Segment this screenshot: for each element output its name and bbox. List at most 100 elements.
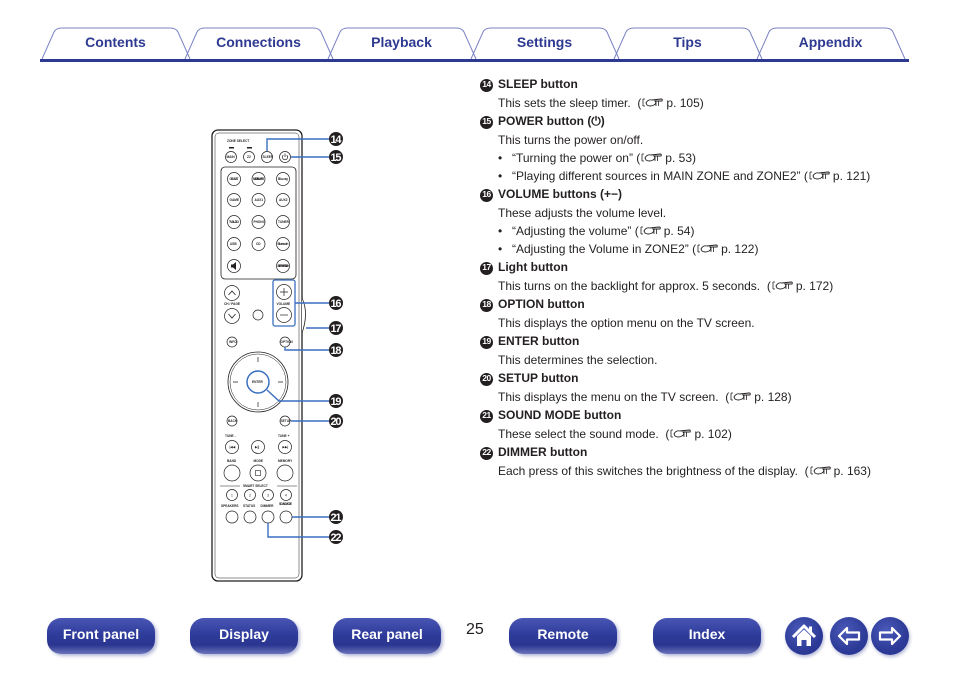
rear-panel-button[interactable]: Rear panel [333,618,441,654]
option-label: OPTION [281,340,294,344]
item-description: Each press of this switches the brightne… [498,464,871,478]
index-button[interactable]: Index [653,618,761,654]
tab-tips[interactable]: Tips [627,32,748,54]
arrow-left-icon [837,626,861,646]
next-icon: ▶▶| [282,445,289,449]
item-title: Light button [498,260,568,275]
item-heading: 15 POWER button (⏻) [480,113,910,131]
ch-page-label: CH / PAGE [224,302,240,306]
page-reference-link[interactable]: p. 53 [665,151,692,165]
callout-15: 15 [331,152,342,164]
status-button [243,510,257,524]
tab-appendix[interactable]: Appendix [770,32,891,54]
item-title: SETUP button [498,371,579,386]
cd-label: CD [256,242,261,246]
item-heading: 19 ENTER button [480,333,910,351]
home-button[interactable] [785,617,823,655]
page-reference-link[interactable]: p. 102 [694,427,727,441]
band-label: BAND [227,459,237,463]
callout-17: 17 [331,323,342,335]
remote-button[interactable]: Remote [509,618,617,654]
aux2-label: AUX2 [279,198,288,202]
item-heading: 20 SETUP button [480,370,910,388]
zone-select-label: ZONE SELECT [227,139,249,143]
tab-playback[interactable]: Playback [341,32,462,54]
status-label: STATUS [243,504,255,508]
smart-4-label: 4 [285,494,287,498]
memory-button [276,464,294,482]
speakers-button [225,510,239,524]
sound-mode-label: SOUND MODE [279,502,292,506]
mute-button [252,309,264,321]
volume-label: VOLUME [277,302,291,306]
display-button[interactable]: Display [190,618,298,654]
page-reference-link[interactable]: p. 163 [834,464,867,478]
item-bullet: “Adjusting the volume” (p. 54) [480,222,910,240]
item-number-badge: 21 [480,409,493,423]
item-title: SOUND MODE button [498,408,622,423]
item-description: These adjusts the volume level. [480,204,910,222]
item-number-badge: 20 [480,372,493,386]
smart-2-label: 2 [249,494,251,498]
bluray-label: Blu-ray [278,177,288,181]
item-number-badge: 17 [480,261,493,275]
item-number-badge: 19 [480,335,493,349]
page-ref-icon [643,98,664,107]
item-description: These select the sound mode. (p. 102) [498,427,732,441]
item-heading: 14 SLEEP button [480,76,910,94]
item-text: This sets the sleep timer. [498,96,631,110]
callout-markers [329,132,343,544]
setup-label: SETUP [281,419,293,423]
tab-contents[interactable]: Contents [55,32,176,54]
item-bullet: “Adjusting the Volume in ZONE2” (p. 122) [480,240,910,258]
item-description: This sets the sleep timer. (p. 105) [498,96,704,110]
sound-mode-button [279,510,293,524]
media-player-label: MEDIA PLAYER [253,177,265,181]
page-ref-icon [772,281,793,290]
page-reference-link[interactable]: p. 128 [754,390,787,404]
page-reference-link[interactable]: p. 54 [664,224,691,238]
callout-18: 18 [331,345,342,357]
play-pause-icon: ▶|| [254,445,259,449]
enter-label: ENTER [252,380,264,384]
item-heading: 18 OPTION button [480,296,910,314]
page-reference-link[interactable]: p. 105 [666,96,699,110]
tab-connections[interactable]: Connections [198,32,319,54]
speakers-label: SPEAKERS [221,504,239,508]
item-text: These adjusts the volume level. [498,206,667,220]
back-button[interactable] [830,617,868,655]
remote-svg: ZONE SELECT MAIN Z2 SLEEP CBL/SAT MEDIA … [211,129,343,582]
item-number-badge: 14 [480,78,493,92]
page-ref-icon [641,153,663,162]
forward-button[interactable] [871,617,909,655]
ch-down-button [224,308,240,324]
item-number-badge: 16 [480,188,493,202]
tab-settings[interactable]: Settings [484,32,605,54]
back-label: BACK [228,419,238,423]
mode-label: MODE [254,459,264,463]
dimmer-label: DIMMER [261,504,275,508]
item-text: This displays the menu on the TV screen. [498,390,719,404]
page-reference-link[interactable]: p. 172 [796,279,829,293]
front-panel-button[interactable]: Front panel [47,618,155,654]
item-description: This turns on the backlight for approx. … [498,279,834,293]
band-button [223,464,241,482]
page-reference-link[interactable]: p. 121 [833,169,866,183]
page-number: 25 [466,621,484,638]
page-ref-icon [671,429,692,438]
game-label: GAME [230,198,240,202]
page-reference-link[interactable]: p. 122 [721,242,754,256]
item-text: This turns on the backlight for approx. … [498,279,761,293]
item-number-badge: 18 [480,298,493,312]
aux1-label: AUX1 [255,198,264,202]
item-number-badge: 22 [480,446,493,460]
bluetooth-label: Bluetooth [278,242,289,246]
chapter-tab-bar: Contents Connections Playback Settings T… [40,26,909,62]
prev-icon: |◀◀ [229,445,235,449]
arrow-right-icon [878,626,902,646]
smart-select-label: SMART SELECT [243,484,268,488]
home-icon [791,624,817,646]
tune-minus-label: TUNE - [225,434,236,438]
memory-label: MEMORY [278,459,293,463]
item-description: This turns the power on/off. [480,131,910,149]
